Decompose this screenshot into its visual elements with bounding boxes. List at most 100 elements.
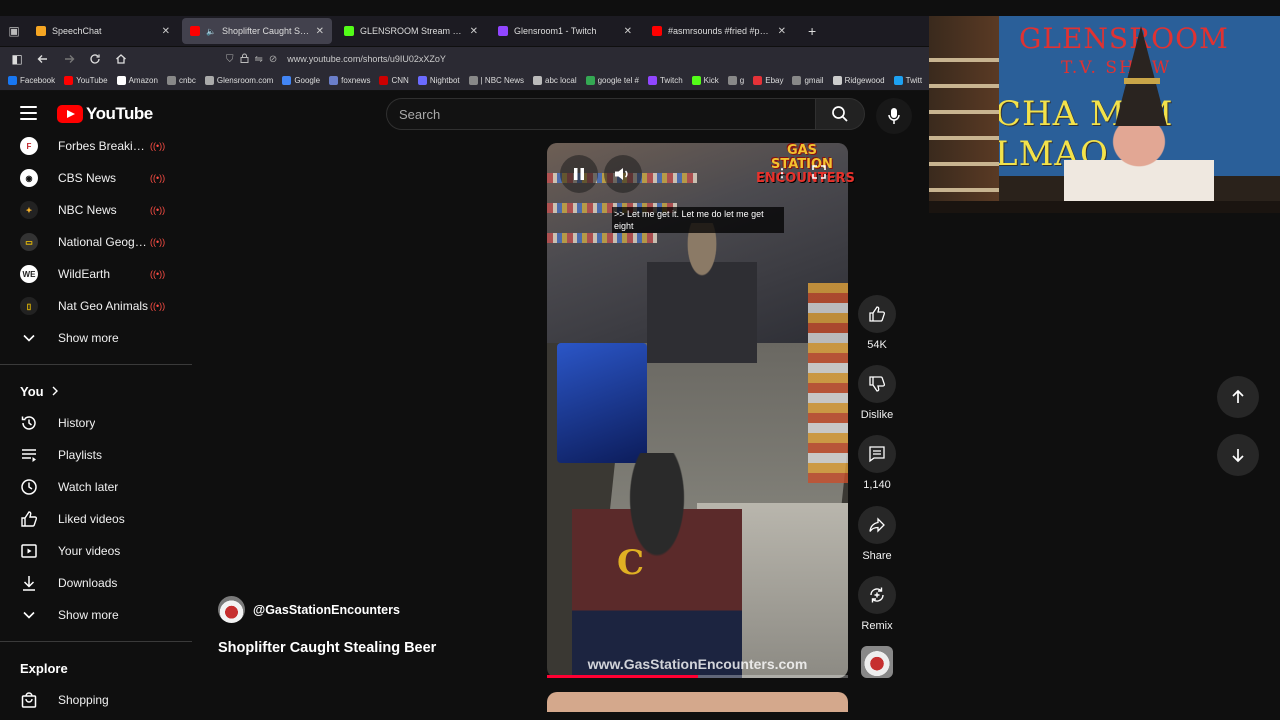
bookmark-item[interactable]: abc local	[533, 76, 577, 85]
video-watermark-url: www.GasStationEncounters.com	[587, 656, 808, 672]
bookmark-item[interactable]: Facebook	[8, 76, 55, 85]
sidebar-subscription-item[interactable]: ✦ NBC News ((•))	[0, 194, 192, 226]
bookmark-item[interactable]: Kick	[691, 76, 719, 85]
home-button[interactable]	[110, 48, 132, 70]
youtube-logo[interactable]: YouTube	[57, 104, 153, 124]
subscription-label: Nat Geo Animals	[58, 299, 149, 313]
sidebar-subscription-item[interactable]: ◉ CBS News ((•))	[0, 162, 192, 194]
fullscreen-icon[interactable]	[812, 165, 826, 184]
url-text[interactable]: www.youtube.com/shorts/u9IU02xXZoY	[287, 54, 446, 64]
sidebar-item[interactable]: History	[0, 407, 192, 439]
url-bar[interactable]: ⛉ ⇋ ⊘ www.youtube.com/shorts/u9IU02xXZoY	[226, 49, 446, 69]
sound-source-avatar[interactable]	[861, 646, 893, 678]
close-tab-icon[interactable]: ✕	[778, 26, 786, 37]
bookmark-label: Twitch	[659, 76, 683, 85]
subscriptions-show-more[interactable]: Show more	[0, 322, 192, 354]
bookmark-item[interactable]: google tel #	[585, 76, 639, 85]
search-input[interactable]: Search	[386, 98, 816, 130]
bookmark-favicon-icon	[832, 76, 842, 85]
sidebar-item[interactable]: Your videos	[0, 535, 192, 567]
sidebar-divider	[0, 641, 192, 642]
bookmark-item[interactable]: gmail	[792, 76, 824, 85]
sidebar-item[interactable]: Playlists	[0, 439, 192, 471]
bookmark-label: gmail	[804, 76, 824, 85]
share-button[interactable]	[858, 506, 896, 544]
bookmark-item[interactable]: Nightbot	[417, 76, 460, 85]
live-indicator-icon: ((•))	[150, 141, 166, 151]
browser-tab[interactable]: #asmrsounds #fried #pork #st ✕	[644, 18, 794, 44]
close-tab-icon[interactable]: ✕	[162, 26, 170, 37]
voice-search-button[interactable]	[876, 98, 912, 134]
sidebar-item[interactable]: Liked videos	[0, 503, 192, 535]
channel-row[interactable]: @GasStationEncounters	[218, 596, 400, 623]
sidebar-item[interactable]: Shopping	[0, 684, 192, 710]
previous-short-button[interactable]	[1217, 376, 1259, 418]
speaker-icon[interactable]: 🔈	[206, 27, 216, 36]
bookmark-label: Nightbot	[429, 76, 460, 85]
shield-icon[interactable]: ⛉	[226, 54, 234, 65]
remix-action: Remix	[857, 576, 897, 632]
bookmark-item[interactable]: Twitch	[647, 76, 683, 85]
sidebar-subscription-item[interactable]: F Forbes Breaking ... ((•))	[0, 130, 192, 162]
pause-button[interactable]	[560, 155, 598, 193]
next-short-preview[interactable]	[547, 692, 848, 712]
bookmark-item[interactable]: YouTube	[64, 76, 108, 85]
menu-icon[interactable]	[20, 106, 37, 120]
bookmark-favicon-icon	[8, 76, 17, 85]
bookmark-item[interactable]: | NBC News	[468, 76, 524, 85]
channel-logo: ▭	[20, 233, 38, 251]
bookmark-item[interactable]: CNN	[379, 76, 409, 85]
remix-button[interactable]	[858, 576, 896, 614]
permissions-icon[interactable]: ⇋	[255, 54, 263, 65]
more-options-icon[interactable]: ⋮	[776, 166, 788, 180]
you-show-more[interactable]: Show more	[0, 599, 192, 631]
bookmark-item[interactable]: Amazon	[116, 76, 158, 85]
close-tab-icon[interactable]: ✕	[316, 26, 324, 37]
channel-name[interactable]: @GasStationEncounters	[253, 603, 400, 617]
dislike-button[interactable]	[858, 365, 896, 403]
browser-tab[interactable]: SpeechChat ✕	[28, 18, 178, 44]
browser-tab[interactable]: 🔈 Shoplifter Caught Stealing ✕	[182, 18, 332, 44]
bookmark-item[interactable]: Ridgewood	[832, 76, 885, 85]
youtube-play-icon	[57, 105, 83, 123]
browser-tab[interactable]: Glensroom1 - Twitch ✕	[490, 18, 640, 44]
new-tab-button[interactable]: +	[798, 23, 826, 39]
volume-button[interactable]	[604, 155, 642, 193]
bookmark-label: YouTube	[76, 76, 108, 85]
bookmark-item[interactable]: g	[727, 76, 744, 85]
like-button[interactable]	[858, 295, 896, 333]
sidebar-subscription-item[interactable]: ▯ Nat Geo Animals ((•))	[0, 290, 192, 322]
live-indicator-icon: ((•))	[150, 301, 166, 311]
channel-avatar[interactable]	[218, 596, 245, 623]
close-tab-icon[interactable]: ✕	[624, 26, 632, 37]
tab-favicon-icon	[498, 26, 508, 36]
autoplay-blocked-icon[interactable]: ⊘	[269, 54, 277, 65]
sidebar-subscription-item[interactable]: WE WildEarth ((•))	[0, 258, 192, 290]
browser-tab[interactable]: GLENSROOM Stream - Watch L ✕	[336, 18, 486, 44]
next-short-button[interactable]	[1217, 434, 1259, 476]
bookmark-item[interactable]: Glensroom.com	[204, 76, 273, 85]
tab-list-icon[interactable]: ▣	[0, 16, 28, 46]
progress-bar[interactable]	[547, 675, 848, 678]
you-heading[interactable]: You	[0, 375, 192, 407]
bookmark-item[interactable]: foxnews	[329, 76, 370, 85]
volume-icon	[615, 168, 628, 180]
sidebar-item[interactable]: Watch later	[0, 471, 192, 503]
bookmark-item[interactable]: Ebay	[753, 76, 783, 85]
back-button[interactable]	[32, 48, 54, 70]
comments-button[interactable]	[858, 435, 896, 473]
bookmark-item[interactable]: Twitt	[893, 76, 922, 85]
tab-title: Glensroom1 - Twitch	[514, 26, 597, 36]
forward-button[interactable]	[58, 48, 80, 70]
sidebar-item[interactable]: Downloads	[0, 567, 192, 599]
bookmark-item[interactable]: Google	[282, 76, 320, 85]
reload-button[interactable]	[84, 48, 106, 70]
lock-icon[interactable]	[240, 53, 249, 66]
search-button[interactable]	[815, 98, 865, 130]
close-tab-icon[interactable]: ✕	[470, 26, 478, 37]
sidebar-subscription-item[interactable]: ▭ National Geogra... ((•))	[0, 226, 192, 258]
tab-title: SpeechChat	[52, 26, 102, 36]
bookmark-item[interactable]: cnbc	[166, 76, 196, 85]
sidebar-toggle-icon[interactable]: ◧	[6, 48, 28, 70]
video-icon	[20, 542, 38, 560]
